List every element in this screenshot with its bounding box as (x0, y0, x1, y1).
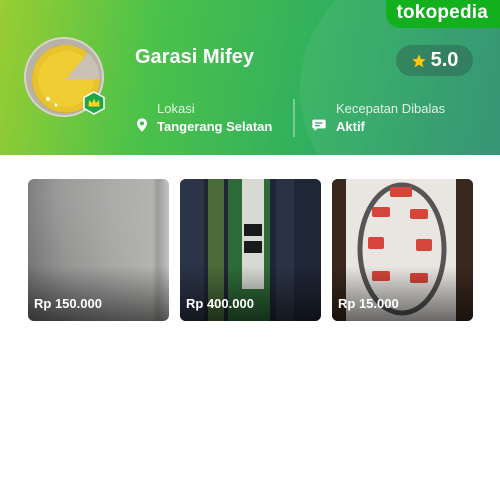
product-card[interactable]: Rp 15.000 (332, 179, 473, 321)
shop-header: tokopedia Garasi Mifey 5.0 Lokasi Tanger… (0, 0, 500, 155)
star-icon (411, 53, 426, 67)
location-value: Tangerang Selatan (157, 119, 273, 134)
product-card[interactable]: Rp 400.000 (180, 179, 321, 321)
product-card[interactable]: Rp 150.000 (28, 179, 169, 321)
tokopedia-logo[interactable]: tokopedia (386, 0, 500, 28)
product-price: Rp 15.000 (338, 296, 399, 311)
product-price: Rp 150.000 (34, 296, 102, 311)
shop-name[interactable]: Garasi Mifey (135, 46, 254, 69)
location-pin-icon (137, 118, 147, 132)
response-speed-value: Aktif (336, 119, 365, 134)
product-list: Rp 150.000 Rp 400.000 Rp 15.000 (28, 179, 473, 321)
chat-bubble-icon (312, 119, 326, 131)
crown-icon (83, 91, 105, 115)
rating-badge: 5.0 (396, 45, 473, 76)
info-divider (293, 99, 295, 137)
product-price: Rp 400.000 (186, 296, 254, 311)
response-speed-label: Kecepatan Dibalas (336, 101, 446, 116)
rating-value: 5.0 (430, 49, 459, 71)
location-label: Lokasi (157, 101, 195, 116)
